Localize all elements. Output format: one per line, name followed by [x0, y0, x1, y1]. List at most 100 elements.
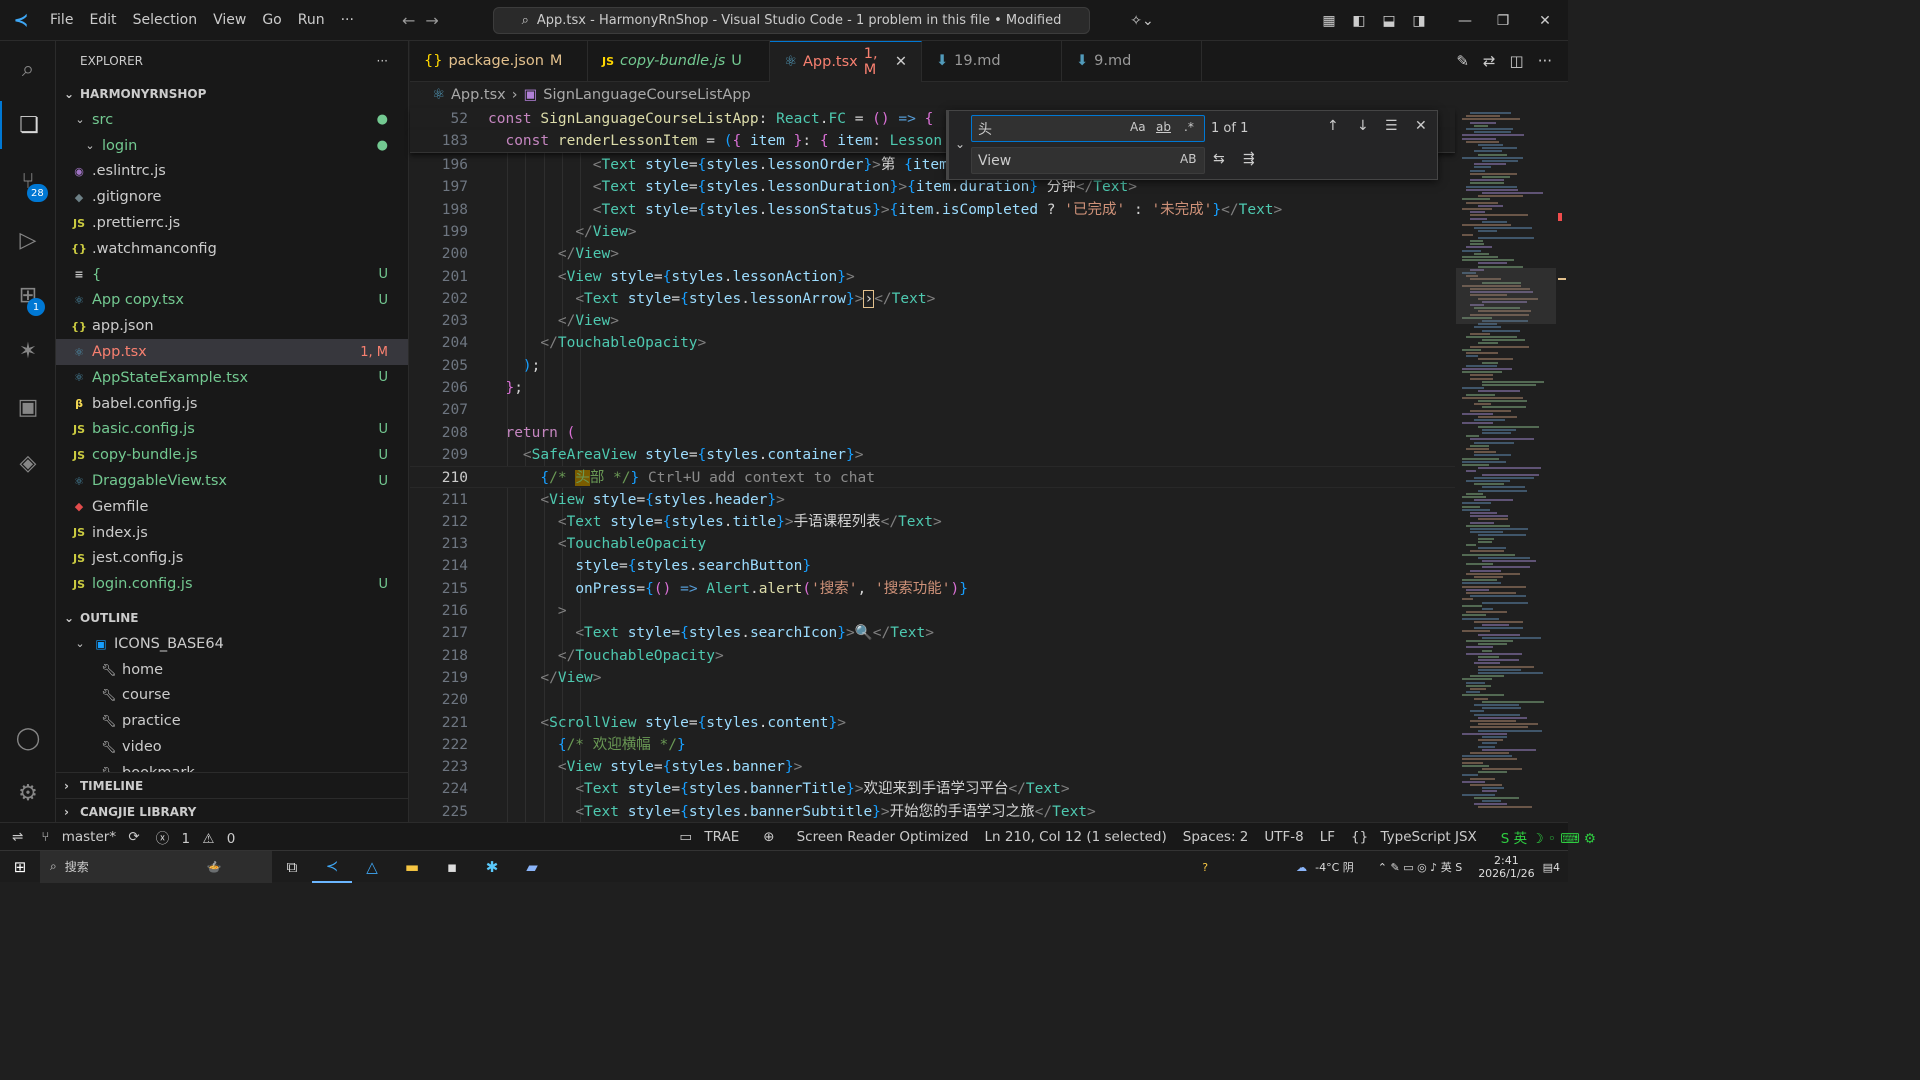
file-item[interactable]: ◆ Gemfile: [56, 494, 408, 520]
file-item[interactable]: JS copy-bundle.js U: [56, 442, 408, 468]
tab-copy-bundle[interactable]: JS copy-bundle.js U: [588, 41, 770, 81]
outline-section[interactable]: ⌄ OUTLINE: [56, 605, 138, 631]
file-item[interactable]: ≡ {U: [56, 262, 408, 288]
encoding[interactable]: UTF-8: [1256, 829, 1311, 845]
toggle-sidebar-icon[interactable]: ◧: [1344, 13, 1374, 29]
breadcrumb-file[interactable]: App.tsx: [451, 87, 506, 103]
task-view-icon[interactable]: ⧉: [272, 851, 312, 883]
trae-status[interactable]: ▭ TRAE: [671, 829, 755, 845]
language-mode[interactable]: {} TypeScript JSX: [1343, 829, 1493, 845]
tab-app-tsx[interactable]: ⚛ App.tsx 1, M ✕: [770, 41, 922, 82]
toggle-replace-chevron-icon[interactable]: ⌄: [955, 137, 965, 151]
cangjie-section[interactable]: › CANGJIE LIBRARY: [56, 798, 408, 822]
regex-toggle[interactable]: .*: [1184, 120, 1194, 134]
file-item[interactable]: ⚛ App copy.tsx U: [56, 288, 408, 314]
tab-9-md[interactable]: ⬇ 9.md: [1062, 41, 1202, 81]
close-window-icon[interactable]: ✕: [1522, 13, 1568, 29]
search-view-icon[interactable]: ⌕: [0, 45, 56, 93]
menu-selection[interactable]: Selection: [125, 0, 206, 41]
workspace-root[interactable]: ⌄ HARMONYRNSHOP: [56, 81, 408, 107]
close-find-icon[interactable]: ✕: [1415, 118, 1427, 134]
folder-login[interactable]: ⌄ login ●: [56, 133, 408, 159]
replace-all-icon[interactable]: ⇶: [1243, 151, 1255, 167]
app-taskbar-icon[interactable]: △: [352, 851, 392, 883]
trae-icon[interactable]: ✶: [0, 327, 56, 375]
file-item[interactable]: JS index.js: [56, 520, 408, 546]
windows-start-icon[interactable]: ⊞: [0, 851, 40, 883]
cursor-position[interactable]: Ln 210, Col 12 (1 selected): [976, 829, 1174, 845]
file-explorer-icon[interactable]: ▬: [392, 851, 432, 883]
code-editor[interactable]: 52 const SignLanguageCourseListApp: React…: [410, 108, 1455, 822]
notepad-icon[interactable]: ▰: [512, 851, 552, 883]
tray-icons[interactable]: ⌃ ✎ ▭ ◎ ♪ 英 S: [1378, 859, 1462, 875]
file-item[interactable]: ◆ .gitignore: [56, 184, 408, 210]
help-icon[interactable]: ?: [1202, 861, 1208, 874]
notification-icon[interactable]: ▤4: [1543, 861, 1560, 874]
file-item[interactable]: ◉ .eslintrc.js: [56, 159, 408, 185]
outline-root[interactable]: ⌄ ▣ ICONS_BASE64: [56, 631, 408, 657]
previous-match-icon[interactable]: ↑: [1327, 118, 1339, 134]
file-item[interactable]: ⚛ App.tsx 1, M: [56, 339, 408, 365]
tab-19-md[interactable]: ⬇ 19.md: [922, 41, 1062, 81]
extensions-icon[interactable]: ⊞ 1: [0, 271, 56, 319]
deveco-icon[interactable]: ◈: [0, 439, 56, 487]
restore-icon[interactable]: ❐: [1484, 13, 1522, 29]
compare-changes-icon[interactable]: ⇄: [1483, 52, 1496, 70]
toggle-secondary-sidebar-icon[interactable]: ◨: [1404, 13, 1434, 29]
editor-more-icon[interactable]: ···: [1538, 52, 1552, 70]
close-tab-icon[interactable]: ✕: [895, 54, 907, 70]
menu-file[interactable]: File: [42, 0, 81, 41]
remote-explorer-icon[interactable]: ▣: [0, 383, 56, 431]
clock[interactable]: 2:41 2026/1/26: [1478, 854, 1534, 880]
split-editor-icon[interactable]: ◫: [1510, 52, 1524, 70]
file-item[interactable]: JS login.config.js U: [56, 571, 408, 597]
file-item[interactable]: ⚛ DraggableView.tsx U: [56, 468, 408, 494]
deveco-taskbar-icon[interactable]: ✱: [472, 851, 512, 883]
minimize-icon[interactable]: —: [1446, 13, 1484, 29]
indentation[interactable]: Spaces: 2: [1175, 829, 1257, 845]
weather-text[interactable]: -4°C 阴: [1315, 859, 1354, 875]
file-item[interactable]: {} .watchmanconfig: [56, 236, 408, 262]
explorer-icon[interactable]: ❏: [0, 101, 56, 149]
menu-go[interactable]: Go: [254, 0, 289, 41]
problems-indicator[interactable]: ⓧ 1 ⚠ 0: [148, 827, 252, 847]
command-center[interactable]: ⌕ App.tsx - HarmonyRnShop - Visual Studi…: [493, 7, 1090, 34]
menu-more[interactable]: ···: [333, 0, 362, 41]
edit-pencil-icon[interactable]: ✎: [1456, 52, 1469, 70]
minimap[interactable]: [1456, 108, 1556, 822]
terminal-icon[interactable]: ▪: [432, 851, 472, 883]
back-arrow-icon[interactable]: ←: [402, 11, 415, 30]
timeline-section[interactable]: › TIMELINE: [56, 772, 408, 798]
folder-src[interactable]: ⌄ src ●: [56, 107, 408, 133]
source-control-icon[interactable]: ⑂ 28: [0, 157, 56, 205]
vscode-taskbar-icon[interactable]: ≺: [312, 851, 352, 883]
file-item[interactable]: ⚛ AppStateExample.tsx U: [56, 365, 408, 391]
next-match-icon[interactable]: ↓: [1357, 118, 1369, 134]
tab-package-json[interactable]: {} package.json M: [410, 41, 588, 81]
copilot-icon[interactable]: ✧⌄: [1120, 13, 1164, 29]
zoom-icon[interactable]: ⊕: [755, 829, 782, 845]
accounts-icon[interactable]: ◯: [0, 714, 56, 762]
replace-icon[interactable]: ⇆: [1213, 151, 1225, 167]
replace-input[interactable]: View AB: [971, 147, 1205, 174]
outline-item[interactable]: 🔧︎ home: [56, 657, 408, 683]
customize-layout-icon[interactable]: ▦: [1314, 13, 1344, 29]
toggle-panel-icon[interactable]: ⬓: [1374, 13, 1404, 29]
menu-edit[interactable]: Edit: [81, 0, 124, 41]
preserve-case-toggle[interactable]: AB: [1180, 152, 1196, 166]
editor-scrollbar[interactable]: [1556, 108, 1568, 822]
taskbar-search[interactable]: ⌕ 搜索 🍲: [40, 850, 272, 883]
find-in-selection-icon[interactable]: ☰: [1385, 118, 1398, 134]
outline-item[interactable]: 🔧︎ course: [56, 683, 408, 709]
menu-view[interactable]: View: [205, 0, 254, 41]
run-debug-icon[interactable]: ▷: [0, 216, 56, 264]
file-item[interactable]: JS basic.config.js U: [56, 417, 408, 443]
match-case-toggle[interactable]: Aa: [1130, 120, 1146, 134]
screen-reader-status[interactable]: Screen Reader Optimized: [783, 829, 977, 845]
explorer-more-icon[interactable]: ···: [377, 54, 388, 68]
forward-arrow-icon[interactable]: →: [425, 11, 438, 30]
menu-run[interactable]: Run: [290, 0, 333, 41]
whole-word-toggle[interactable]: ab: [1156, 120, 1171, 134]
file-item[interactable]: JS jest.config.js: [56, 546, 408, 572]
file-item[interactable]: β babel.config.js: [56, 391, 408, 417]
